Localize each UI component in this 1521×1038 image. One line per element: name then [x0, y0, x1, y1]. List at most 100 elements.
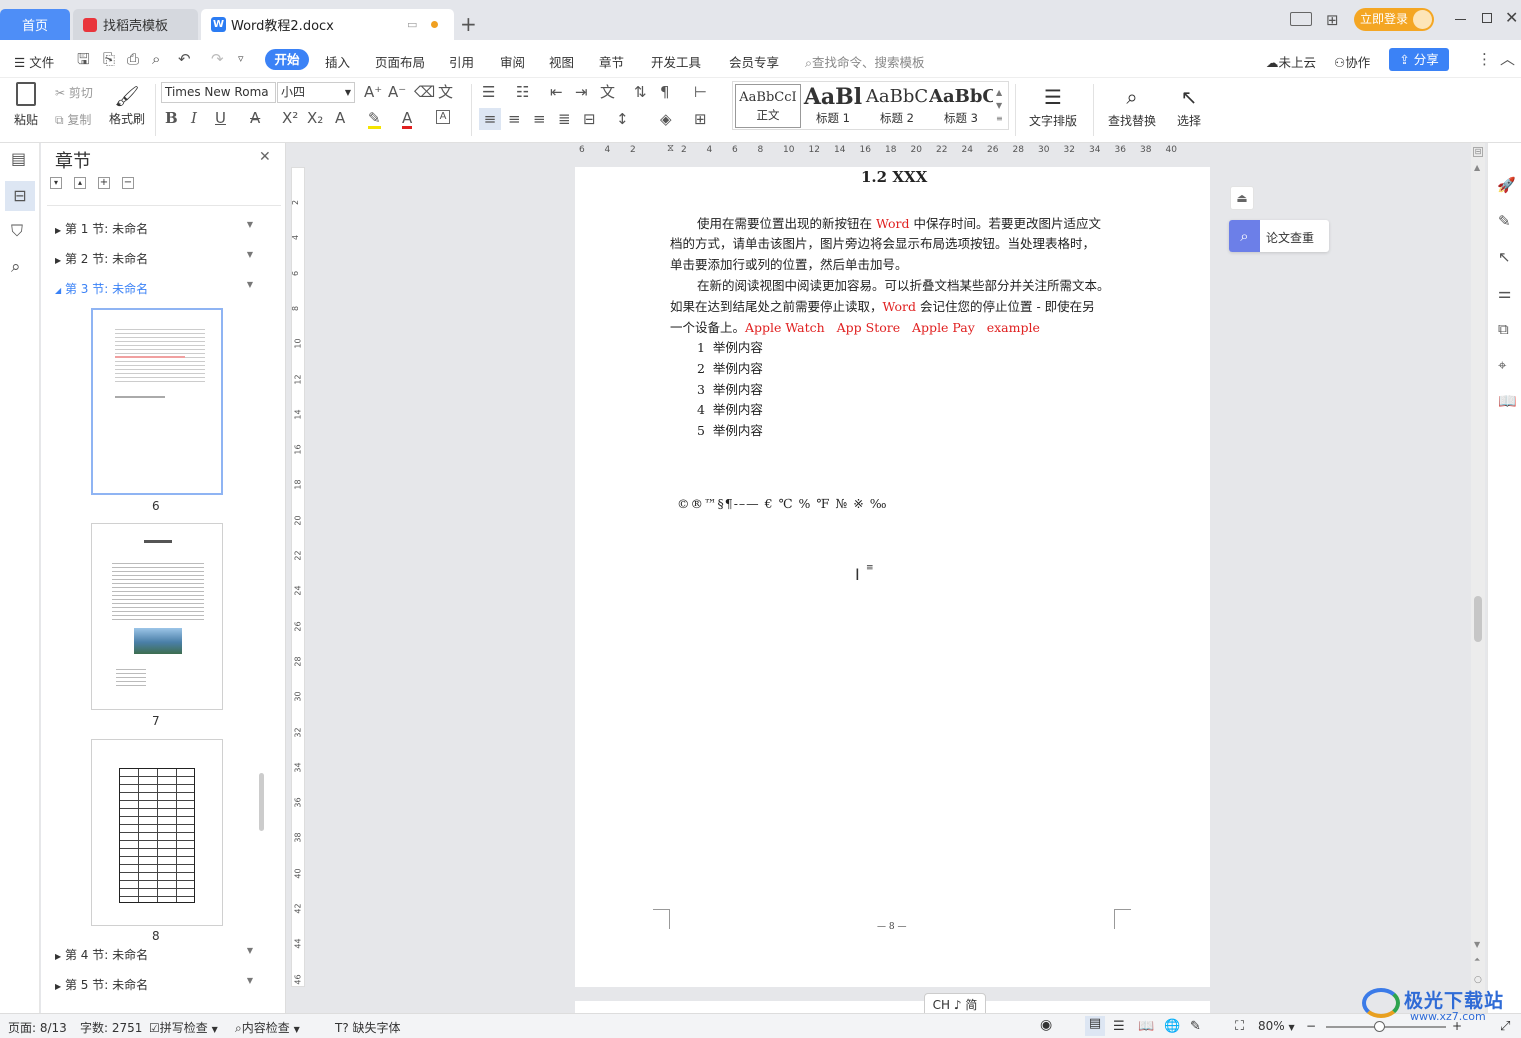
section-2[interactable]: ▶ 第 2 节: 未命名 ▼ [55, 250, 265, 270]
command-search[interactable]: ⌕查找命令、搜索模板 [805, 52, 925, 71]
close-window-icon[interactable]: ✕ [1505, 8, 1518, 27]
cloud-button[interactable]: ☁未上云 [1266, 52, 1316, 71]
horizontal-ruler[interactable]: 6 4 2 2 4 6 8 10 12 14 16 18 20 22 24 26 28 30 32 34 36 38 40 … [575, 143, 1210, 161]
print-preview-icon[interactable]: ⌕ [152, 51, 160, 67]
prev-page-icon[interactable]: ⏶ [1474, 955, 1480, 965]
content-check-button[interactable]: ⌕内容检查 ▼ [235, 1019, 300, 1036]
highlight-icon[interactable]: ✎ [368, 110, 381, 129]
tab-document[interactable]: W Word教程2.docx ▭ [201, 9, 454, 40]
tab-stops-icon[interactable]: ⊢ [694, 84, 707, 100]
bookmark-icon[interactable]: ⛉ [11, 223, 23, 239]
sliders-icon[interactable]: ⚌ [1498, 285, 1511, 301]
borders-icon[interactable]: ⊞ [694, 111, 707, 127]
sort-icon[interactable]: ⇅ [634, 84, 647, 100]
spell-check-button[interactable]: ☑拼写检查 ▼ [149, 1019, 218, 1036]
missing-font-button[interactable]: T? 缺失字体 [335, 1019, 401, 1036]
tab-start[interactable]: 开始 [265, 49, 309, 70]
redo-icon[interactable]: ↷ [211, 51, 224, 67]
section-menu-icon[interactable]: ▼ [247, 946, 253, 955]
page-thumbnail-6[interactable] [91, 308, 223, 495]
outline-view-icon[interactable]: ☰ [1113, 1019, 1125, 1034]
image-tools-icon[interactable]: ⧉ [1498, 321, 1509, 337]
justify-icon[interactable]: ≣ [558, 111, 571, 127]
tab-references[interactable]: 引用 [449, 52, 474, 71]
bold-icon[interactable]: B [165, 110, 178, 126]
web-view-icon[interactable]: 🌐 [1164, 1019, 1180, 1034]
indent-marker-icon[interactable]: ⧖ [667, 143, 674, 154]
remove-section-icon[interactable]: − [122, 177, 134, 189]
clear-format-icon[interactable]: ⌫ [414, 84, 435, 100]
cut-button[interactable]: ✂ 剪切 [55, 84, 93, 101]
page-thumbnail-7[interactable] [91, 523, 223, 710]
distribute-icon[interactable]: ⊟ [583, 111, 596, 127]
add-section-icon[interactable]: + [98, 177, 110, 189]
more-icon[interactable]: ⋮ [1477, 51, 1492, 67]
book-icon[interactable]: 📖 [1498, 393, 1517, 409]
section-1[interactable]: ▶ 第 1 节: 未命名 ▼ [55, 220, 265, 240]
tab-insert[interactable]: 插入 [325, 52, 350, 71]
find-replace-button[interactable]: ⌕ 查找替换 [1103, 82, 1161, 129]
style-scroll-icon[interactable]: ▲ ▼ ≡ [996, 86, 1003, 125]
chapter-nav-icon[interactable]: ⊟ [5, 181, 35, 211]
scroll-down-icon[interactable]: ▼ [1474, 940, 1480, 949]
tab-developer[interactable]: 开发工具 [651, 52, 701, 71]
chinese-layout-icon[interactable]: 文 [600, 84, 615, 100]
style-normal[interactable]: AaBbCcI 正文 [735, 84, 801, 128]
outline-icon[interactable]: ▤ [11, 151, 26, 167]
phonetic-icon[interactable]: 文 [438, 84, 453, 100]
section-menu-icon[interactable]: ▼ [247, 976, 253, 985]
tab-vip[interactable]: 会员专享 [729, 52, 779, 71]
align-left-icon[interactable]: ≡ [479, 108, 501, 130]
tab-page-layout[interactable]: 页面布局 [375, 52, 425, 71]
tab-chapter[interactable]: 章节 [599, 52, 624, 71]
read-view-icon[interactable]: 📖 [1138, 1019, 1154, 1034]
new-tab-button[interactable]: + [460, 12, 477, 36]
underline-icon[interactable]: U [215, 110, 226, 126]
tab-home[interactable]: 首页 [0, 9, 70, 40]
eye-protection-icon[interactable]: ◉ [1040, 1017, 1052, 1033]
login-button[interactable]: 立即登录 [1354, 8, 1434, 31]
increase-indent-icon[interactable]: ⇥ [575, 84, 588, 100]
pointer-icon[interactable]: ↖ [1498, 249, 1511, 265]
export-icon[interactable]: ⎘ [103, 51, 115, 67]
scroll-up-icon[interactable]: ▲ [1474, 163, 1480, 172]
section-menu-icon[interactable]: ▼ [247, 280, 253, 289]
shrink-font-icon[interactable]: A⁻ [388, 84, 406, 100]
paste-button[interactable]: 粘贴 [10, 82, 42, 128]
tab-review[interactable]: 审阅 [500, 52, 525, 71]
align-center-icon[interactable]: ≡ [508, 111, 521, 127]
pen-icon[interactable]: ✎ [1498, 213, 1511, 229]
paper-check-button[interactable]: ⌕ 论文查重 [1229, 220, 1329, 252]
number-list-icon[interactable]: ☷ [516, 84, 529, 100]
superscript-icon[interactable]: X² [282, 110, 298, 126]
format-painter-button[interactable]: 🖌 格式刷 [108, 82, 146, 127]
tab-template[interactable]: 找稻壳模板 [73, 9, 198, 40]
page-up-icon[interactable]: ⊟ [1473, 147, 1483, 157]
undo-icon[interactable]: ↶ [178, 51, 191, 67]
char-border-icon[interactable]: A [436, 110, 450, 124]
monitor-icon[interactable]: ▭ [407, 18, 417, 31]
scroll-thumb[interactable] [1474, 596, 1482, 642]
zoom-level[interactable]: 80% ▼ [1258, 1019, 1295, 1033]
select-button[interactable]: ↖ 选择 [1170, 82, 1208, 129]
strikethrough-icon[interactable]: A [250, 110, 260, 126]
write-view-icon[interactable]: ✎ [1190, 1019, 1201, 1034]
font-size-select[interactable]: 小四 ▼ [277, 82, 355, 103]
apps-grid-icon[interactable]: ⊞ [1326, 11, 1339, 29]
style-heading3[interactable]: AaBbC 标题 3 [929, 84, 993, 128]
line-spacing-icon[interactable]: ↕ [616, 111, 629, 127]
zoom-out-icon[interactable]: − [1306, 1019, 1316, 1033]
customize-icon[interactable]: ▿ [238, 51, 244, 67]
collab-button[interactable]: ⚇协作 [1334, 52, 1370, 71]
subscript-icon[interactable]: X₂ [307, 110, 323, 126]
section-menu-icon[interactable]: ▼ [247, 250, 253, 259]
text-effect-icon[interactable]: A [335, 110, 345, 126]
collapse-side-button[interactable]: ⏏ [1230, 186, 1254, 210]
section-menu-icon[interactable]: ▼ [247, 220, 253, 229]
panel-scrollbar[interactable] [259, 773, 264, 831]
section-4[interactable]: ▶ 第 4 节: 未命名 ▼ [55, 946, 265, 966]
grow-font-icon[interactable]: A⁺ [364, 84, 382, 100]
expand-all-icon[interactable]: ▴ [74, 177, 86, 189]
section-5[interactable]: ▶ 第 5 节: 未命名 ▼ [55, 976, 265, 996]
italic-icon[interactable]: I [191, 110, 197, 126]
